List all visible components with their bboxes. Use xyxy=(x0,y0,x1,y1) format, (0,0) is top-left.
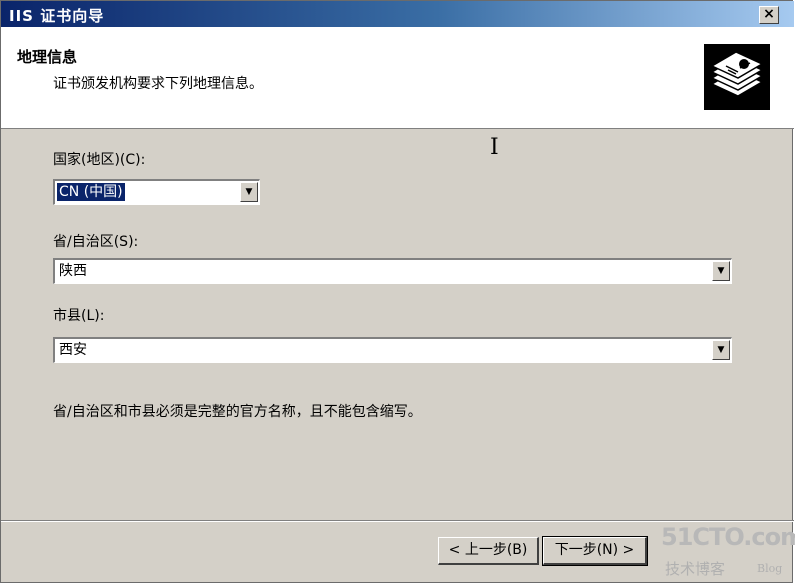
wizard-window: IIS 证书向导 × 地理信息 证书颁发机构要求下列地理信息。 I 国家(地区)… xyxy=(0,0,795,583)
footer-divider xyxy=(1,520,794,522)
country-dropdown-icon[interactable]: ▼ xyxy=(240,182,258,202)
page-subtitle: 证书颁发机构要求下列地理信息。 xyxy=(53,76,263,92)
province-label: 省/自治区(S): xyxy=(53,234,139,250)
title-bar[interactable]: IIS 证书向导 × xyxy=(1,1,794,27)
country-value: CN (中国) xyxy=(57,183,125,201)
watermark-logo: 51CTO.com xyxy=(661,523,795,551)
country-select[interactable]: CN (中国) ▼ xyxy=(53,179,260,205)
wizard-header: 地理信息 证书颁发机构要求下列地理信息。 xyxy=(1,27,794,129)
watermark-subtitle: 技术博客 xyxy=(665,560,726,578)
city-dropdown-icon[interactable]: ▼ xyxy=(712,340,730,360)
close-button[interactable]: × xyxy=(759,6,779,24)
page-title: 地理信息 xyxy=(17,48,78,66)
city-label: 市县(L): xyxy=(53,308,105,324)
naming-note: 省/自治区和市县必须是完整的官方名称，且不能包含缩写。 xyxy=(53,404,422,420)
wizard-body: I 国家(地区)(C): CN (中国) ▼ 省/自治区(S): 陕西 ▼ 市县… xyxy=(1,129,794,521)
province-value: 陕西 xyxy=(59,263,87,279)
country-label: 国家(地区)(C): xyxy=(53,152,146,168)
city-select[interactable]: 西安 ▼ xyxy=(53,337,732,363)
certificate-wizard-icon xyxy=(704,44,770,110)
window-title: IIS 证书向导 xyxy=(9,7,105,25)
back-button[interactable]: < 上一步(B) xyxy=(438,537,539,565)
text-cursor-icon: I xyxy=(490,135,499,160)
province-dropdown-icon[interactable]: ▼ xyxy=(712,261,730,281)
next-button[interactable]: 下一步(N) > xyxy=(542,536,648,566)
city-value: 西安 xyxy=(59,342,87,358)
watermark-blog: Blog xyxy=(757,562,783,575)
province-select[interactable]: 陕西 ▼ xyxy=(53,258,732,284)
